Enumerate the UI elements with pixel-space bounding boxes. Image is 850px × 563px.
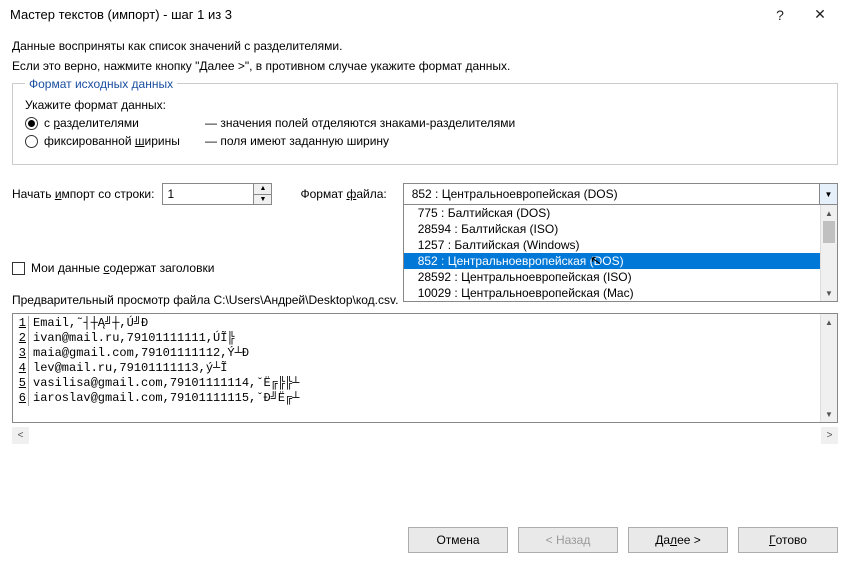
file-format-selected: 852 : Центральноевропейская (DOS) (404, 187, 819, 201)
cancel-button[interactable]: Отмена (408, 527, 508, 553)
start-row-spinner[interactable]: ▲ ▼ (162, 183, 272, 205)
radio-fixed-label: фиксированной ширины (44, 134, 180, 148)
file-format-option[interactable]: 775 : Балтийская (DOS) (404, 205, 820, 221)
finish-button[interactable]: Готово (738, 527, 838, 553)
button-bar: Отмена < Назад Далее > Готово (408, 527, 838, 553)
radio-delimited[interactable]: с разделителями (25, 116, 205, 130)
file-format-option[interactable]: 10029 : Центральноевропейская (Mac) (404, 285, 820, 301)
scroll-up-icon[interactable]: ▲ (821, 314, 837, 330)
preview-line: 1Email,˜┤┼Ą╝┼,Ú╝Đ (13, 316, 820, 331)
file-format-dropdown: 775 : Балтийская (DOS)28594 : Балтийская… (403, 205, 838, 302)
preview-line: 3maia@gmail.com,79101111112,Ý┴Đ (13, 346, 820, 361)
instruction-line-2: Если это верно, нажмите кнопку "Далее >"… (12, 59, 838, 73)
window-title: Мастер текстов (импорт) - шаг 1 из 3 (10, 7, 760, 22)
file-format-combo[interactable]: 852 : Центральноевропейская (DOS) ▼ (403, 183, 838, 205)
scroll-down-icon[interactable]: ▼ (821, 285, 837, 301)
preview-vscrollbar[interactable]: ▲ ▼ (820, 314, 837, 422)
preview-content: 1Email,˜┤┼Ą╝┼,Ú╝Đ2ivan@mail.ru,791011111… (13, 314, 820, 422)
next-button[interactable]: Далее > (628, 527, 728, 553)
close-button[interactable]: ✕ (800, 6, 840, 23)
instruction-line-1: Данные восприняты как список значений с … (12, 39, 838, 53)
file-format-option[interactable]: 28594 : Балтийская (ISO) (404, 221, 820, 237)
radio-fixed[interactable]: фиксированной ширины (25, 134, 205, 148)
preview-line: 5vasilisa@gmail.com,79101111114,ˇË╔╠╠┴ (13, 376, 820, 391)
titlebar: Мастер текстов (импорт) - шаг 1 из 3 ? ✕ (0, 0, 850, 29)
file-format-label: Формат файла: (300, 187, 386, 201)
dialog-content: Данные восприняты как список значений с … (0, 29, 850, 444)
scroll-right-icon[interactable]: > (821, 427, 838, 444)
chevron-down-icon[interactable]: ▼ (819, 184, 837, 204)
preview-line: 2ivan@mail.ru,79101111111,ÚĨ╠ (13, 331, 820, 346)
headers-checkbox-label: Мои данные содержат заголовки (31, 261, 214, 275)
scroll-thumb[interactable] (823, 221, 835, 243)
preview-hscrollbar[interactable]: < > (12, 427, 838, 444)
start-row-label: Начать импорт со строки: (12, 187, 154, 201)
back-button: < Назад (518, 527, 618, 553)
radio-fixed-desc: — поля имеют заданную ширину (205, 134, 389, 148)
radio-dot-icon (25, 117, 38, 130)
spinner-up-icon[interactable]: ▲ (254, 184, 271, 195)
scroll-left-icon[interactable]: < (12, 427, 29, 444)
file-format-option[interactable]: 852 : Центральноевропейская (DOS) (404, 253, 820, 269)
scroll-up-icon[interactable]: ▲ (821, 205, 837, 221)
radio-delimited-label: с разделителями (44, 116, 139, 130)
help-button[interactable]: ? (760, 7, 800, 23)
file-format-option[interactable]: 28592 : Центральноевропейская (ISO) (404, 269, 820, 285)
file-format-option[interactable]: 1257 : Балтийская (Windows) (404, 237, 820, 253)
spinner-down-icon[interactable]: ▼ (254, 195, 271, 205)
preview-line: 4lev@mail.ru,79101111113,ý┴Ĩ (13, 361, 820, 376)
scroll-down-icon[interactable]: ▼ (821, 406, 837, 422)
dropdown-scrollbar[interactable]: ▲ ▼ (820, 205, 837, 301)
start-row-input[interactable] (163, 184, 253, 204)
format-prompt: Укажите формат данных: (25, 98, 825, 112)
headers-checkbox[interactable] (12, 262, 25, 275)
radio-delimited-desc: — значения полей отделяются знаками-разд… (205, 116, 515, 130)
preview-box: 1Email,˜┤┼Ą╝┼,Ú╝Đ2ivan@mail.ru,791011111… (12, 313, 838, 423)
source-format-legend: Формат исходных данных (25, 77, 177, 91)
preview-line: 6iaroslav@gmail.com,79101111115,ˇĐ╝Ë╔┴ (13, 391, 820, 406)
radio-empty-icon (25, 135, 38, 148)
source-format-group: Формат исходных данных Укажите формат да… (12, 83, 838, 165)
